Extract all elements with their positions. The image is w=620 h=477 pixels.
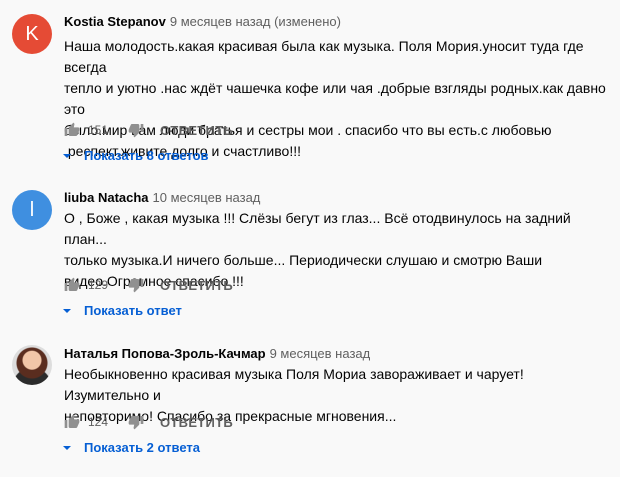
author-name[interactable]: liuba Natacha — [64, 190, 149, 205]
comment-time[interactable]: 10 месяцев назад — [153, 190, 261, 205]
reply-button[interactable]: ОТВЕТИТЬ — [160, 123, 233, 138]
like-count: 124 — [88, 415, 109, 429]
show-replies-button[interactable]: Показать 2 ответа — [62, 440, 200, 455]
comment-text-line: Наша молодость.какая красивая была как м… — [64, 38, 584, 75]
comment-text: Наша молодость.какая красивая была как м… — [64, 36, 612, 162]
comment-text-line: тепло и уютно .нас ждёт чашечка кофе или… — [64, 80, 606, 117]
thumb-down-icon[interactable] — [128, 414, 144, 430]
show-replies-label: Показать 8 ответов — [84, 148, 209, 163]
comment-text-line: только музыка.И ничего больше... Периоди… — [64, 252, 543, 268]
show-replies-label: Показать 2 ответа — [84, 440, 200, 455]
comment-text-line: О , Боже , какая музыка !!! Слёзы бегут … — [64, 210, 571, 247]
caret-down-icon — [62, 443, 72, 453]
comment-text-line: Необыкновенно красивая музыка Поля Мориа… — [64, 366, 524, 403]
avatar[interactable]: l — [12, 190, 52, 230]
thumb-down-icon[interactable] — [128, 277, 144, 293]
thumb-up-icon[interactable] — [64, 414, 80, 430]
comment-actions: 151 ОТВЕТИТЬ — [64, 122, 233, 138]
author-name[interactable]: Наталья Попова-Зроль-Качмар — [64, 346, 266, 361]
like-count: 151 — [88, 123, 109, 137]
caret-down-icon — [62, 306, 72, 316]
author-name[interactable]: Kostia Stepanov — [64, 14, 166, 29]
comment-header: liuba Natacha 10 месяцев назад — [64, 190, 260, 205]
reply-button[interactable]: ОТВЕТИТЬ — [160, 278, 233, 293]
thumb-up-icon[interactable] — [64, 122, 80, 138]
reply-button[interactable]: ОТВЕТИТЬ — [160, 415, 233, 430]
show-replies-button[interactable]: Показать 8 ответов — [62, 148, 209, 163]
avatar[interactable]: K — [12, 14, 52, 54]
comment-header: Kostia Stepanov 9 месяцев назад (изменено… — [64, 14, 341, 29]
comment-header: Наталья Попова-Зроль-Качмар 9 месяцев наз… — [64, 346, 370, 361]
comment-time[interactable]: 9 месяцев назад (изменено) — [170, 14, 341, 29]
show-replies-button[interactable]: Показать ответ — [62, 303, 182, 318]
show-replies-label: Показать ответ — [84, 303, 182, 318]
thumb-down-icon[interactable] — [128, 122, 144, 138]
like-count: 129 — [88, 278, 109, 292]
caret-down-icon — [62, 151, 72, 161]
comment-time[interactable]: 9 месяцев назад — [270, 346, 371, 361]
avatar[interactable] — [12, 345, 52, 385]
thumb-up-icon[interactable] — [64, 277, 80, 293]
comment-actions: 129 ОТВЕТИТЬ — [64, 277, 233, 293]
comment-actions: 124 ОТВЕТИТЬ — [64, 414, 233, 430]
